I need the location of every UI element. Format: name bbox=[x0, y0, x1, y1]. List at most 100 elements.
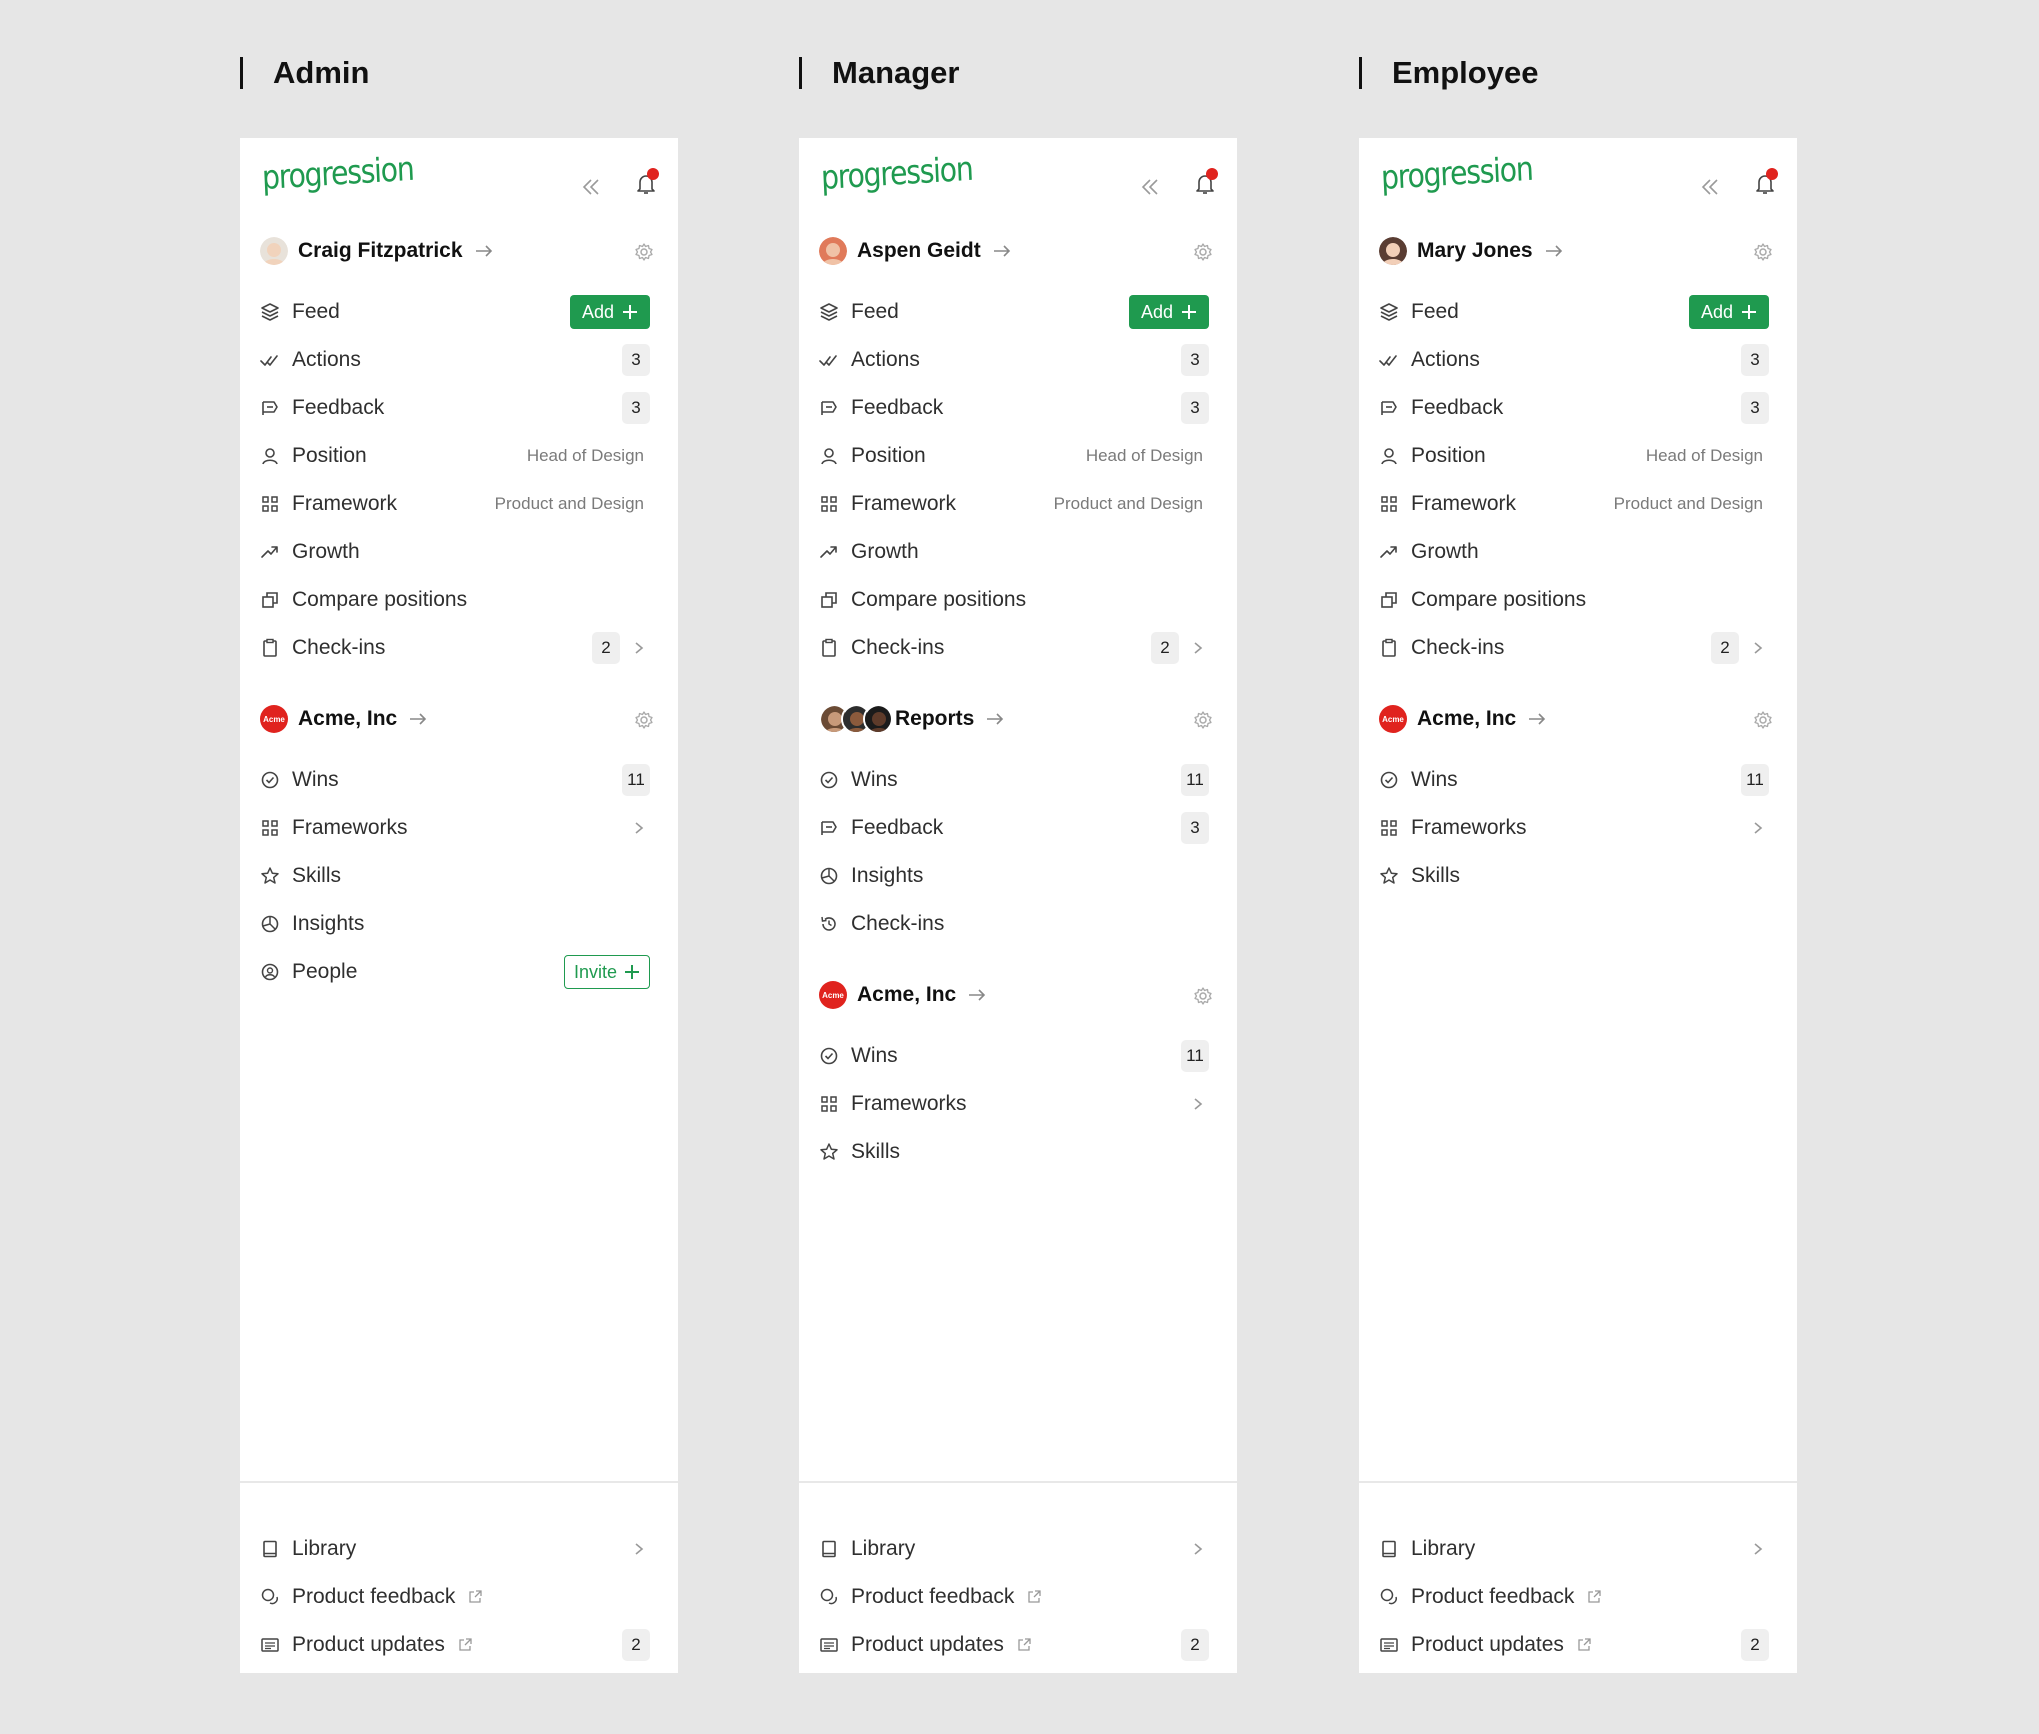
reports-link[interactable]: Reports bbox=[819, 703, 1219, 735]
bell-icon[interactable] bbox=[635, 168, 659, 196]
nav-label: Check-ins bbox=[292, 636, 386, 659]
nav-item-check-ins[interactable]: Check-ins 2 bbox=[260, 628, 670, 668]
nav-item-frameworks[interactable]: Frameworks bbox=[819, 1084, 1229, 1124]
nav-item-wins[interactable]: Wins 11 bbox=[819, 760, 1229, 800]
nav-item-actions[interactable]: Actions 3 bbox=[819, 340, 1229, 380]
nav-label: Position bbox=[851, 444, 926, 467]
nav-item-insights[interactable]: Insights bbox=[819, 856, 1229, 896]
bell-icon[interactable] bbox=[1194, 168, 1218, 196]
nav-item-feedback[interactable]: Feedback 3 bbox=[1379, 388, 1789, 428]
nav-item-people[interactable]: People Invite bbox=[260, 952, 670, 992]
organization-link[interactable]: Acme Acme, Inc bbox=[819, 979, 1219, 1011]
user-profile-link[interactable]: Craig Fitzpatrick bbox=[260, 235, 660, 267]
collapse-sidebar-icon[interactable] bbox=[1139, 176, 1161, 198]
nav-item-wins[interactable]: Wins 11 bbox=[1379, 760, 1789, 800]
progression-logo[interactable]: progression bbox=[261, 149, 414, 197]
nav-item-feed[interactable]: Feed Add bbox=[819, 292, 1229, 332]
nav-item-product-feedback[interactable]: Product feedback bbox=[819, 1577, 1229, 1617]
collapse-sidebar-icon[interactable] bbox=[580, 176, 602, 198]
nav-item-position[interactable]: Position Head of Design bbox=[819, 436, 1229, 476]
clipboard-icon bbox=[1379, 638, 1399, 658]
grid-icon bbox=[1379, 818, 1399, 838]
gear-icon[interactable] bbox=[634, 710, 654, 730]
nav-item-feed[interactable]: Feed Add bbox=[1379, 292, 1789, 332]
nav-label: Frameworks bbox=[1411, 816, 1527, 839]
nav-item-product-updates[interactable]: Product updates 2 bbox=[1379, 1625, 1789, 1665]
nav-item-skills[interactable]: Skills bbox=[260, 856, 670, 896]
nav-item-compare-positions[interactable]: Compare positions bbox=[260, 580, 670, 620]
nav-label: Check-ins bbox=[1411, 636, 1505, 659]
nav-item-framework[interactable]: Framework Product and Design bbox=[819, 484, 1229, 524]
nav-meta: Product and Design bbox=[494, 494, 644, 513]
nav-item-product-updates[interactable]: Product updates 2 bbox=[260, 1625, 670, 1665]
grid-icon bbox=[260, 818, 280, 838]
nav-item-framework[interactable]: Framework Product and Design bbox=[260, 484, 670, 524]
nav-item-wins[interactable]: Wins 11 bbox=[260, 760, 670, 800]
add-button[interactable]: Add bbox=[1688, 295, 1769, 329]
nav-item-actions[interactable]: Actions 3 bbox=[260, 340, 670, 380]
nav-item-check-ins[interactable]: Check-ins 2 bbox=[1379, 628, 1789, 668]
organization-link[interactable]: Acme Acme, Inc bbox=[1379, 703, 1779, 735]
nav-item-position[interactable]: Position Head of Design bbox=[260, 436, 670, 476]
nav-item-check-ins[interactable]: Check-ins 2 bbox=[819, 628, 1229, 668]
nav-item-actions[interactable]: Actions 3 bbox=[1379, 340, 1789, 380]
nav-item-library[interactable]: Library bbox=[260, 1529, 670, 1569]
nav-item-wins[interactable]: Wins 11 bbox=[819, 1036, 1229, 1076]
nav-item-skills[interactable]: Skills bbox=[1379, 856, 1789, 896]
progression-logo[interactable]: progression bbox=[1380, 149, 1533, 197]
gear-icon[interactable] bbox=[1193, 710, 1213, 730]
nav-label: Feedback bbox=[851, 816, 944, 839]
nav-item-feedback[interactable]: Feedback 3 bbox=[819, 388, 1229, 428]
nav-item-framework[interactable]: Framework Product and Design bbox=[1379, 484, 1789, 524]
nav-item-growth[interactable]: Growth bbox=[1379, 532, 1789, 572]
star-icon bbox=[260, 866, 280, 886]
user-profile-link[interactable]: Mary Jones bbox=[1379, 235, 1779, 267]
gear-icon[interactable] bbox=[1753, 242, 1773, 262]
nav-item-growth[interactable]: Growth bbox=[260, 532, 670, 572]
gear-icon[interactable] bbox=[1753, 710, 1773, 730]
nav-item-skills[interactable]: Skills bbox=[819, 1132, 1229, 1172]
nav-item-product-updates[interactable]: Product updates 2 bbox=[819, 1625, 1229, 1665]
nav-label: Growth bbox=[851, 540, 919, 563]
nav-label: Product feedback bbox=[851, 1585, 1015, 1608]
nav-item-frameworks[interactable]: Frameworks bbox=[1379, 808, 1789, 848]
add-button[interactable]: Add bbox=[569, 295, 650, 329]
nav-label: Feedback bbox=[851, 396, 944, 419]
gear-icon[interactable] bbox=[1193, 986, 1213, 1006]
invite-button[interactable]: Invite bbox=[563, 955, 650, 989]
organization-link[interactable]: Acme Acme, Inc bbox=[260, 703, 660, 735]
gear-icon[interactable] bbox=[1193, 242, 1213, 262]
nav-label: Skills bbox=[851, 1140, 901, 1163]
role-heading-employee: Employee bbox=[1359, 55, 1538, 91]
pie-chart-icon bbox=[819, 866, 839, 886]
nav-item-feed[interactable]: Feed Add bbox=[260, 292, 670, 332]
progression-logo[interactable]: progression bbox=[820, 149, 973, 197]
nav-item-product-feedback[interactable]: Product feedback bbox=[1379, 1577, 1789, 1617]
nav-item-library[interactable]: Library bbox=[1379, 1529, 1789, 1569]
nav-item-position[interactable]: Position Head of Design bbox=[1379, 436, 1789, 476]
nav-item-insights[interactable]: Insights bbox=[260, 904, 670, 944]
nav-item-library[interactable]: Library bbox=[819, 1529, 1229, 1569]
nav-item-compare-positions[interactable]: Compare positions bbox=[1379, 580, 1789, 620]
bell-icon[interactable] bbox=[1754, 168, 1778, 196]
section-name: Acme, Inc bbox=[298, 707, 398, 730]
nav-item-product-feedback[interactable]: Product feedback bbox=[260, 1577, 670, 1617]
nav-label: Feedback bbox=[292, 396, 385, 419]
external-link-icon bbox=[457, 1637, 473, 1653]
footer-divider bbox=[1359, 1481, 1797, 1483]
nav-item-feedback[interactable]: Feedback 3 bbox=[819, 808, 1229, 848]
pie-chart-icon bbox=[260, 914, 280, 934]
collapse-sidebar-icon[interactable] bbox=[1699, 176, 1721, 198]
history-icon bbox=[819, 914, 839, 934]
acme-logo: Acme bbox=[260, 705, 288, 733]
nav-item-frameworks[interactable]: Frameworks bbox=[260, 808, 670, 848]
nav-item-compare-positions[interactable]: Compare positions bbox=[819, 580, 1229, 620]
nav-item-feedback[interactable]: Feedback 3 bbox=[260, 388, 670, 428]
gear-icon[interactable] bbox=[634, 242, 654, 262]
notification-dot bbox=[1766, 168, 1778, 180]
arrow-right-icon bbox=[968, 988, 986, 1002]
add-button[interactable]: Add bbox=[1128, 295, 1209, 329]
user-profile-link[interactable]: Aspen Geidt bbox=[819, 235, 1219, 267]
nav-item-check-ins[interactable]: Check-ins bbox=[819, 904, 1229, 944]
nav-item-growth[interactable]: Growth bbox=[819, 532, 1229, 572]
